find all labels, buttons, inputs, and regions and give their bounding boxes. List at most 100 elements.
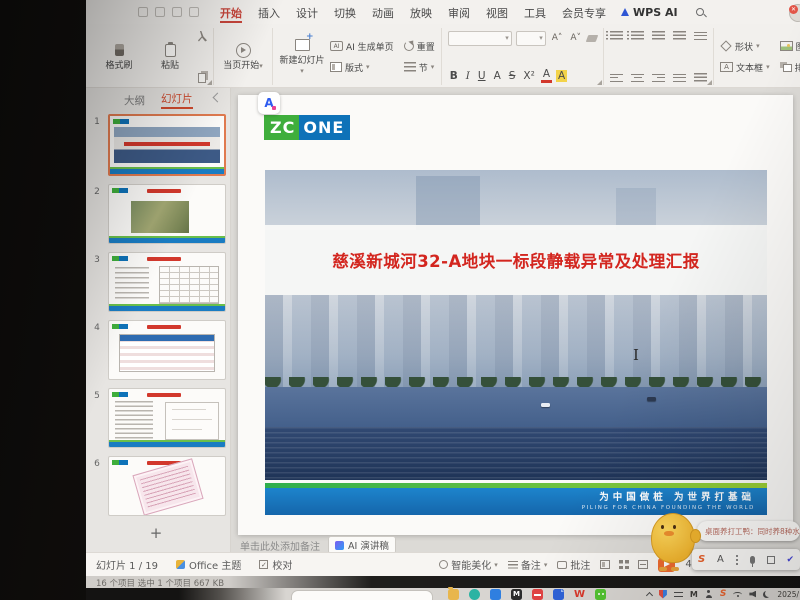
text-tool-icon[interactable]: A (717, 554, 724, 565)
collapse-panel-icon[interactable] (212, 92, 223, 103)
current-slide[interactable]: ZC ONE 慈溪新城河32-A地块一标段静载异常及处理汇报 I 为中国做桩 为… (238, 95, 793, 535)
superscript-button[interactable]: X² (521, 69, 536, 83)
microphone-icon[interactable] (749, 555, 755, 567)
wps-writer-icon[interactable] (574, 589, 585, 600)
font-size-combo[interactable] (515, 30, 546, 46)
copy-icon[interactable] (198, 72, 206, 83)
format-painter-button[interactable]: 格式刷 (96, 41, 142, 72)
slide-sorter-icon[interactable] (619, 560, 630, 569)
wps-tray-icon[interactable]: S (720, 589, 726, 599)
align-left-icon[interactable] (610, 72, 624, 83)
slide-thumbnail-5[interactable]: 5 (86, 388, 226, 448)
contacts-tray-icon[interactable] (705, 590, 713, 598)
slide-title[interactable]: 慈溪新城河32-A地块一标段静载异常及处理汇报 (332, 248, 700, 272)
tab-insert[interactable]: 插入 (251, 1, 287, 24)
tab-membership[interactable]: 会员专享 (555, 1, 613, 24)
tab-animation[interactable]: 动画 (365, 1, 401, 24)
slide-thumbnail-3[interactable]: 3 (86, 252, 226, 312)
night-mode-icon[interactable] (763, 591, 770, 598)
start-from-page-button[interactable]: 当页开始 (220, 41, 266, 72)
tab-view[interactable]: 视图 (479, 1, 515, 24)
section-button[interactable]: 节 (403, 61, 435, 74)
wechat-icon[interactable] (595, 589, 606, 600)
shapes-button[interactable]: 形状 (720, 40, 770, 53)
title-band[interactable]: 慈溪新城河32-A地块一标段静载异常及处理汇报 (265, 225, 767, 295)
clear-format-icon[interactable] (585, 34, 599, 42)
shrink-font-button[interactable]: A˅ (568, 33, 583, 43)
font-color-button[interactable]: A (540, 68, 553, 83)
tray-expand-icon[interactable] (645, 591, 653, 599)
clipboard-dialog-launcher[interactable] (207, 80, 212, 85)
normal-view-icon[interactable] (600, 560, 611, 569)
app-icon[interactable] (490, 589, 501, 600)
strikethrough-button[interactable]: S (507, 69, 518, 83)
reset-button[interactable]: 重置 (403, 40, 435, 53)
tab-slideshow[interactable]: 放映 (403, 1, 439, 24)
tab-wps-ai[interactable]: WPS AI (615, 6, 684, 19)
slide-thumbnail-1[interactable]: 1 (86, 114, 226, 176)
docs-app-icon[interactable] (553, 589, 564, 600)
line-spacing-icon[interactable] (694, 72, 708, 83)
char-spacing-button[interactable]: A (492, 69, 503, 83)
wps-logo-icon[interactable]: S (698, 554, 705, 565)
numbered-list-icon[interactable] (627, 30, 645, 41)
reading-view-icon[interactable] (638, 560, 649, 569)
layout-button[interactable]: 版式 (330, 61, 394, 74)
tab-slides[interactable]: 幻灯片 (161, 91, 193, 109)
bold-button[interactable]: B (448, 69, 460, 83)
align-right-icon[interactable] (652, 72, 666, 83)
underline-button[interactable]: U (476, 69, 488, 83)
tab-home[interactable]: 开始 (213, 1, 249, 24)
justify-icon[interactable] (673, 72, 687, 83)
slide-thumbnail-2[interactable]: 2 (86, 184, 226, 244)
wifi-icon[interactable] (733, 591, 743, 597)
notes-button[interactable]: 备注 (507, 557, 548, 572)
m-app-icon[interactable] (511, 589, 522, 600)
tray-clock[interactable]: 2025/ (777, 590, 799, 599)
window-tool-icon[interactable] (766, 555, 775, 564)
redo-icon[interactable] (189, 7, 199, 17)
textbox-button[interactable]: 文本框 (720, 61, 770, 74)
mail-app-icon[interactable] (532, 589, 543, 600)
undo-icon[interactable] (172, 7, 182, 17)
picture-button[interactable]: 图片 (779, 40, 800, 53)
italic-button[interactable]: I (464, 69, 472, 83)
text-direction-icon[interactable] (694, 30, 708, 41)
bullet-list-icon[interactable] (606, 30, 624, 41)
font-family-combo[interactable] (447, 30, 512, 46)
indent-decrease-icon[interactable] (652, 30, 666, 41)
tab-transitions[interactable]: 切换 (327, 1, 363, 24)
ai-single-page-button[interactable]: AI 生成单页 (330, 40, 394, 53)
save-icon[interactable] (138, 7, 148, 17)
paste-button[interactable]: 粘贴 (147, 41, 193, 72)
tab-tools[interactable]: 工具 (517, 1, 553, 24)
more-options-icon[interactable] (735, 554, 738, 565)
browser-icon[interactable] (469, 589, 480, 600)
add-slide-button[interactable]: + (86, 524, 226, 542)
comments-button[interactable]: 批注 (557, 557, 590, 572)
arrange-button[interactable]: 排列 (779, 61, 800, 74)
volume-muted-icon[interactable] (749, 590, 757, 598)
new-slide-button[interactable]: 新建幻灯片 (279, 33, 325, 77)
m-tray-icon[interactable]: M (690, 590, 698, 599)
align-center-icon[interactable] (631, 72, 645, 83)
tab-review[interactable]: 审阅 (441, 1, 477, 24)
security-tray-icon[interactable] (658, 589, 667, 599)
proofread-button[interactable]: 校对 (259, 557, 292, 572)
sync-tray-icon[interactable] (673, 590, 683, 598)
notes-placeholder[interactable]: 单击此处添加备注 (240, 538, 320, 553)
highlight-button[interactable]: A (556, 69, 568, 82)
tab-outline[interactable]: 大纲 (124, 93, 145, 108)
wps-ai-assistant-button[interactable]: A (258, 92, 280, 114)
taskbar-search-box[interactable] (291, 590, 433, 600)
slide-thumbnail-6[interactable]: 6 (86, 456, 226, 516)
slide-thumbnail-4[interactable]: 4 (86, 320, 226, 380)
print-icon[interactable] (155, 7, 165, 17)
indent-increase-icon[interactable] (673, 30, 687, 41)
theme-button[interactable]: Office 主题 (176, 557, 241, 572)
tab-design[interactable]: 设计 (289, 1, 325, 24)
cut-icon[interactable] (198, 30, 207, 42)
file-explorer-icon[interactable] (448, 587, 459, 600)
bubble-close-icon[interactable]: ✕ (789, 5, 798, 14)
beautify-button[interactable]: 智能美化 (439, 557, 498, 572)
